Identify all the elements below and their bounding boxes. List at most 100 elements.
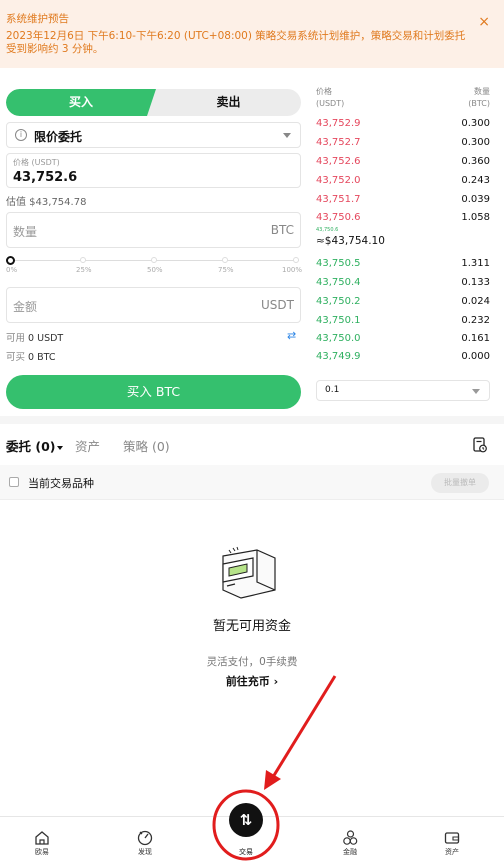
ask-row[interactable]: 43,752.6 0.360	[316, 152, 490, 171]
price-input[interactable]: 价格 (USDT) 43,752.6	[6, 153, 301, 188]
tab-assets[interactable]: 资产	[75, 436, 100, 455]
ask-row[interactable]: 43,752.7 0.300	[316, 133, 490, 152]
caret-down-icon	[57, 445, 64, 450]
nav-item-discover[interactable]: 发现	[115, 817, 175, 863]
slider-stop[interactable]	[80, 257, 86, 263]
ask-row[interactable]: 43,752.0 0.243	[316, 171, 490, 190]
last-price-usd: ≈$43,754.10	[316, 235, 385, 247]
bid-qty: 0.161	[461, 333, 490, 344]
bid-qty: 0.133	[461, 277, 490, 288]
nav-label: 欧易	[35, 848, 49, 856]
depth-value: 0.1	[325, 385, 340, 395]
ask-qty: 1.058	[461, 212, 490, 223]
current-pair-label[interactable]: 当前交易品种	[28, 475, 94, 491]
tab-strategy[interactable]: 策略 (0)	[123, 436, 170, 455]
percent-slider[interactable]: 0% 25% 50% 75% 100%	[6, 254, 303, 276]
nav-label: 资产	[445, 848, 459, 856]
nav-item-finance[interactable]: 金融	[320, 817, 380, 863]
depth-select[interactable]: 0.1	[316, 380, 490, 401]
ask-price: 43,752.7	[316, 137, 361, 148]
slider-label: 0%	[6, 266, 18, 274]
bid-row[interactable]: 43,750.5 1.311	[316, 254, 490, 273]
price-label: 价格 (USDT)	[13, 158, 60, 167]
ask-price: 43,752.0	[316, 175, 361, 186]
ask-row[interactable]: 43,752.9 0.300	[316, 114, 490, 133]
banner-text: 2023年12月6日 下午6:10-下午6:20 (UTC+08:00) 策略交…	[6, 30, 466, 55]
ask-qty: 0.360	[461, 156, 490, 167]
quantity-placeholder: 数量	[13, 225, 38, 239]
caret-down-icon	[472, 389, 480, 394]
amount-unit: USDT	[261, 298, 294, 312]
ask-row[interactable]: 43,751.7 0.039	[316, 190, 490, 209]
qty-column-header: 数量 (BTC)	[468, 86, 490, 110]
info-icon[interactable]: i	[15, 129, 27, 141]
current-pair-checkbox[interactable]	[9, 477, 19, 487]
nav-item-home[interactable]: 欧易	[12, 817, 72, 863]
buyable-balance: 可买 0 BTC	[6, 349, 56, 363]
ask-row[interactable]: 43,750.6 1.058	[316, 208, 490, 227]
maintenance-banner: 系统维护预告 2023年12月6日 下午6:10-下午6:20 (UTC+08:…	[0, 0, 504, 68]
bid-row[interactable]: 43,749.9 0.000	[316, 347, 490, 366]
slider-label: 75%	[218, 266, 234, 274]
filter-bar: 当前交易品种 批量撤单	[0, 465, 504, 500]
buyable-value: 0 BTC	[28, 352, 56, 363]
swap-icon[interactable]: ⇄	[287, 329, 296, 342]
bid-qty: 0.232	[461, 315, 490, 326]
wallet-icon	[444, 832, 460, 844]
tab-buy[interactable]: 买入	[6, 89, 156, 116]
price-estimate: 估值 $43,754.78	[6, 197, 87, 208]
slider-stop[interactable]	[293, 257, 299, 263]
amount-placeholder: 金额	[13, 300, 38, 314]
order-history-icon[interactable]	[473, 437, 487, 453]
quantity-input[interactable]: 数量 BTC	[6, 212, 301, 248]
ask-price: 43,752.6	[316, 156, 361, 167]
nav-label: 发现	[138, 848, 152, 856]
bid-row[interactable]: 43,750.1 0.232	[316, 311, 490, 330]
close-icon[interactable]: ×	[478, 15, 490, 29]
order-type-select[interactable]: i 限价委托	[6, 122, 301, 148]
bid-price: 43,750.0	[316, 333, 361, 344]
bid-qty: 0.024	[461, 296, 490, 307]
deposit-link[interactable]: 前往充币 ›	[0, 673, 504, 689]
slider-label: 100%	[282, 266, 303, 274]
ask-qty: 0.243	[461, 175, 490, 186]
nav-item-trade[interactable]: ⇅ 交易	[215, 787, 277, 859]
ask-qty: 0.039	[461, 194, 490, 205]
bid-price: 43,750.5	[316, 258, 361, 269]
last-price-small: 43,750.6	[316, 227, 339, 233]
price-value[interactable]: 43,752.6	[13, 170, 77, 185]
quantity-unit: BTC	[270, 223, 294, 237]
order-type-label: 限价委托	[34, 130, 83, 144]
home-icon	[35, 831, 49, 845]
bid-qty: 0.000	[461, 351, 490, 362]
tab-sell[interactable]: 卖出	[156, 89, 301, 116]
empty-state-title: 暂无可用资金	[212, 619, 291, 634]
bid-row[interactable]: 43,750.2 0.024	[316, 292, 490, 311]
tab-orders-label: 委托 (0)	[6, 439, 56, 454]
bid-price: 43,750.4	[316, 277, 361, 288]
ask-price: 43,750.6	[316, 212, 361, 223]
empty-drawer-icon	[222, 546, 276, 599]
cancel-all-button[interactable]: 批量撤单	[431, 473, 489, 493]
bid-row[interactable]: 43,750.0 0.161	[316, 329, 490, 348]
slider-stop[interactable]	[151, 257, 157, 263]
slider-handle[interactable]	[6, 256, 15, 265]
slider-stop[interactable]	[222, 257, 228, 263]
tab-orders[interactable]: 委托 (0)	[6, 436, 64, 455]
trade-icon: ⇅	[229, 803, 263, 837]
available-label: 可用	[6, 333, 26, 344]
buyable-label: 可买	[6, 352, 26, 363]
available-balance: 可用 0 USDT	[6, 330, 63, 344]
amount-input[interactable]: 金额 USDT	[6, 287, 301, 323]
bid-qty: 1.311	[461, 258, 490, 269]
buy-sell-toggle: 买入 卖出	[6, 89, 301, 116]
nav-item-assets[interactable]: 资产	[422, 817, 482, 863]
section-divider	[0, 416, 504, 424]
caret-down-icon	[283, 133, 291, 138]
orderbook-header: 价格 (USDT) 数量 (BTC)	[316, 86, 490, 110]
bid-row[interactable]: 43,750.4 0.133	[316, 273, 490, 292]
buy-btc-button[interactable]: 买入 BTC	[6, 375, 301, 409]
price-column-header: 价格 (USDT)	[316, 86, 344, 110]
discover-icon	[137, 830, 153, 846]
banner-title: 系统维护预告	[6, 13, 69, 25]
